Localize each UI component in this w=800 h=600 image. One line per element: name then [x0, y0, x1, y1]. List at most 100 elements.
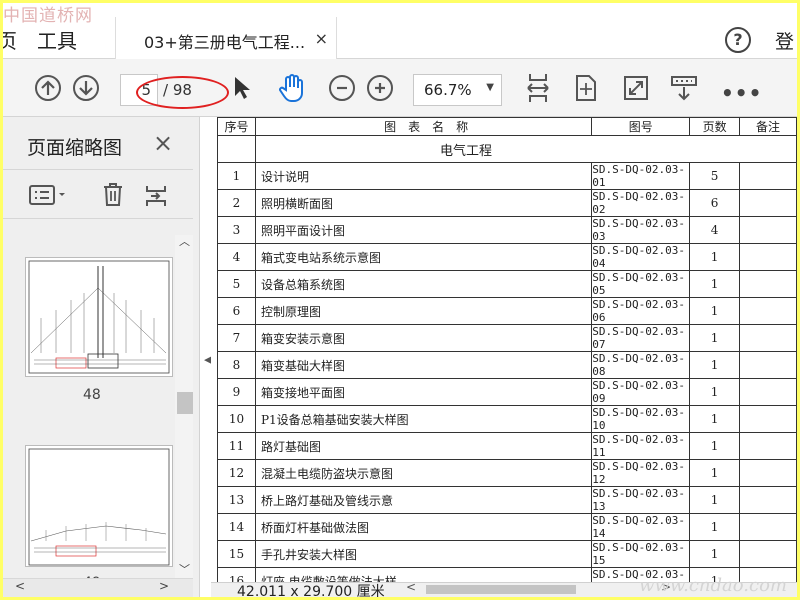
row-remark: [739, 378, 797, 406]
row-number: 16: [217, 567, 256, 582]
thumbnail-vertical-scrollbar[interactable]: ︿ ﹀: [175, 235, 193, 578]
table-row: 5 设备总箱系统图 SD.S-DQ-02.03-05 1: [217, 270, 797, 298]
page-thumbnail[interactable]: [25, 257, 173, 377]
row-title: 箱变安装示意图: [254, 324, 593, 352]
row-title: 手孔井安装大样图: [254, 540, 593, 568]
close-panel-icon[interactable]: ×: [153, 129, 173, 157]
row-drawing-number: SD.S-DQ-02.03-15: [591, 540, 691, 568]
row-number: 5: [217, 270, 256, 298]
tools-menu[interactable]: 工具: [37, 25, 77, 54]
fit-width-button[interactable]: [523, 73, 553, 103]
insert-page-button[interactable]: [145, 182, 171, 212]
help-icon[interactable]: ?: [725, 27, 751, 53]
row-number: 2: [217, 189, 256, 217]
row-remark: [739, 513, 797, 541]
row-drawing-number: SD.S-DQ-02.03-08: [591, 351, 691, 379]
row-drawing-number: SD.S-DQ-02.03-13: [591, 486, 691, 514]
row-page-count: 5: [689, 162, 741, 190]
chevron-right-icon: >: [159, 579, 170, 593]
zoom-select[interactable]: 66.7% ▼: [413, 74, 502, 106]
list-menu-icon: [29, 185, 65, 205]
horizontal-scroll-thumb[interactable]: [426, 585, 576, 594]
more-options-button[interactable]: •••: [721, 81, 762, 105]
zoom-out-button[interactable]: [327, 73, 357, 103]
row-title: 桥面灯杆基础做法图: [254, 513, 593, 541]
table-row: 10 P1设备总箱基础安装大样图 SD.S-DQ-02.03-10 1: [217, 405, 797, 433]
table-row: 2 照明横断面图 SD.S-DQ-02.03-02 6: [217, 189, 797, 217]
page-thumbnail[interactable]: [25, 445, 173, 567]
document-page: 序号 图 表 名 称 图号 页数 备注 电气工程 1 设计说明 SD.S-DQ-02…: [217, 117, 797, 582]
highlight-circle: [136, 76, 229, 109]
row-page-count: 1: [689, 378, 741, 406]
row-drawing-number: SD.S-DQ-02.03-01: [591, 162, 691, 190]
row-number: 9: [217, 378, 256, 406]
row-drawing-number: SD.S-DQ-02.03-03: [591, 216, 691, 244]
login-button[interactable]: 登: [775, 27, 794, 54]
row-remark: [739, 189, 797, 217]
full-screen-icon: [624, 76, 648, 100]
thumbnail-options-button[interactable]: [29, 184, 69, 210]
header-remark: 备注: [739, 117, 797, 136]
row-number: 13: [217, 486, 256, 514]
fit-width-icon: [527, 74, 549, 102]
row-page-count: 6: [689, 189, 741, 217]
header-count: 页数: [689, 117, 741, 136]
scroll-thumb[interactable]: [177, 392, 193, 414]
toolbar: 5 / 98 66.7% ▼ •••: [3, 59, 797, 117]
row-number: 8: [217, 351, 256, 379]
row-number: 11: [217, 432, 256, 460]
minus-circle-icon: [329, 75, 355, 101]
row-remark: [739, 162, 797, 190]
document-tab[interactable]: 03+第三册电气工程... ×: [115, 17, 337, 59]
row-remark: [739, 486, 797, 514]
row-page-count: 1: [689, 405, 741, 433]
row-remark: [739, 540, 797, 568]
header-code: 图号: [591, 117, 691, 136]
header-name: 图 表 名 称: [254, 117, 593, 136]
row-number: 14: [217, 513, 256, 541]
document-view[interactable]: 序号 图 表 名 称 图号 页数 备注 电气工程 1 设计说明 SD.S-DQ-02…: [211, 117, 797, 597]
row-page-count: 1: [689, 243, 741, 271]
menu-partial[interactable]: 页: [3, 25, 17, 54]
next-page-button[interactable]: [71, 73, 101, 103]
arrow-up-icon: [35, 75, 61, 101]
row-title: 箱式变电站系统示意图: [254, 243, 593, 271]
delete-page-button[interactable]: [101, 181, 125, 211]
zoom-in-button[interactable]: [365, 73, 395, 103]
section-title: 电气工程: [254, 135, 797, 163]
row-title: 路灯基础图: [254, 432, 593, 460]
hand-icon: [279, 74, 303, 102]
thumbnail-label: 48: [83, 387, 101, 403]
row-title: 灯座,电缆敷设等做法大样: [254, 567, 593, 582]
full-screen-button[interactable]: [621, 73, 651, 103]
row-title: 桥上路灯基础及管线示意: [254, 486, 593, 514]
chevron-down-icon: ﹀: [179, 563, 190, 576]
select-tool-button[interactable]: [227, 73, 257, 103]
previous-page-button[interactable]: [33, 73, 63, 103]
thumbnail-horizontal-scrollbar[interactable]: < >: [3, 578, 193, 597]
chevron-left-icon: <: [15, 579, 26, 593]
table-row: 15 手孔井安装大样图 SD.S-DQ-02.03-15 1: [217, 540, 797, 568]
row-page-count: 1: [689, 513, 741, 541]
fit-page-icon: [576, 75, 596, 101]
header-no: 序号: [217, 117, 256, 136]
table-row: 14 桥面灯杆基础做法图 SD.S-DQ-02.03-14 1: [217, 513, 797, 541]
row-page-count: 1: [689, 324, 741, 352]
reading-mode-button[interactable]: [669, 73, 699, 103]
table-row: 3 照明平面设计图 SD.S-DQ-02.03-03 4: [217, 216, 797, 244]
table-row: 11 路灯基础图 SD.S-DQ-02.03-11 1: [217, 432, 797, 460]
thumbnail-drawing: [28, 448, 170, 566]
cursor-arrow-icon: [235, 77, 250, 99]
table-header-row: 序号 图 表 名 称 图号 页数 备注: [217, 117, 797, 136]
app-window: 中国道桥网 页 工具 03+第三册电气工程... × ? 登 5 / 98 66…: [3, 3, 797, 597]
section-row: 电气工程: [217, 135, 797, 163]
tab-close-icon[interactable]: ×: [315, 29, 328, 48]
fit-page-button[interactable]: [571, 73, 601, 103]
table-row: 7 箱变安装示意图 SD.S-DQ-02.03-07 1: [217, 324, 797, 352]
chevron-up-icon: ︿: [179, 235, 190, 248]
scroll-left-icon[interactable]: <: [406, 580, 416, 594]
document-tab-title: 03+第三册电气工程...: [144, 33, 306, 52]
row-title: 设备总箱系统图: [254, 270, 593, 298]
hand-tool-button[interactable]: [277, 73, 307, 103]
row-title: 箱变接地平面图: [254, 378, 593, 406]
